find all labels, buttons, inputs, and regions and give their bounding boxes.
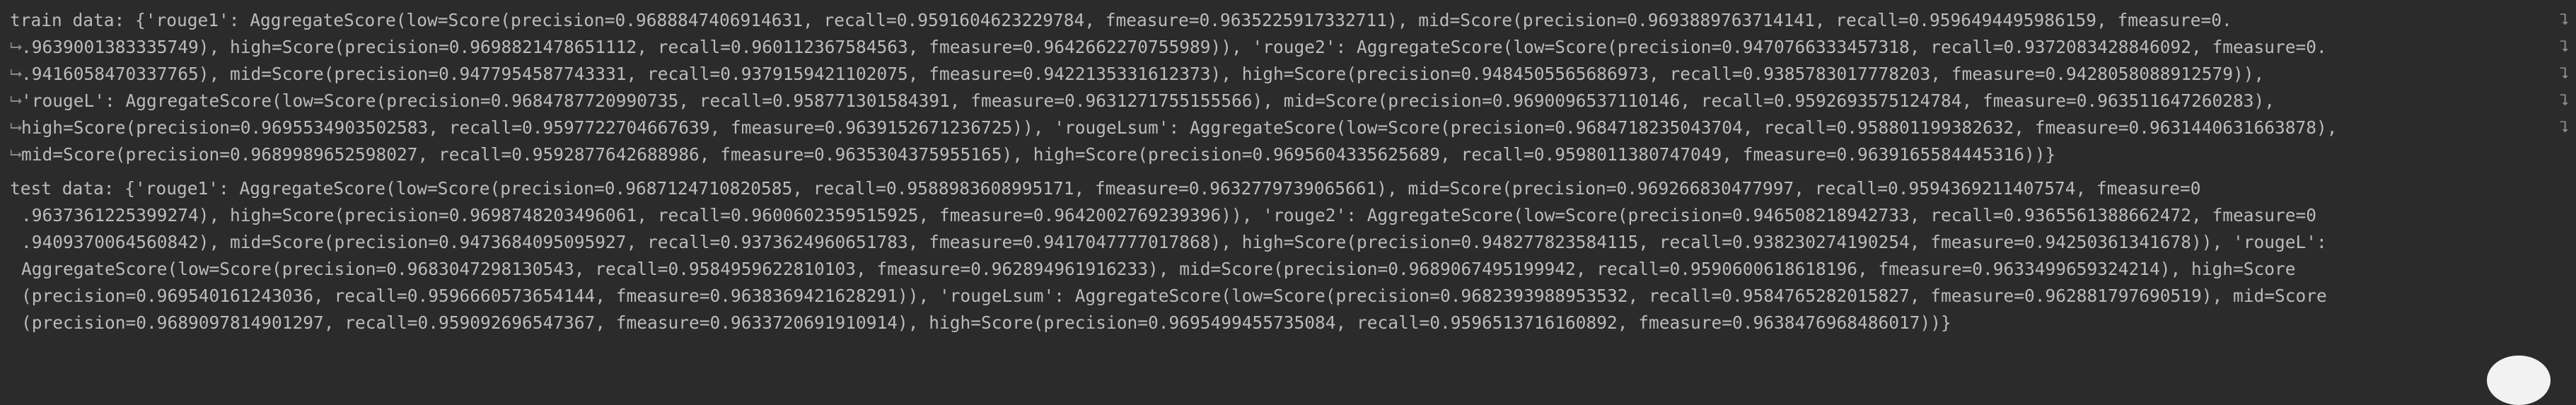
console-line: 'rougeL': AggregateScore(low=Score(preci… (21, 90, 2275, 111)
soft-wrap-continue-icon: ⮡ (10, 38, 23, 56)
console-line: mid=Score(precision=0.9689989652598027, … (21, 144, 2056, 165)
console-line: .9416058470337765), mid=Score(precision=… (21, 64, 2265, 84)
soft-wrap-continue-icon: ⮡ (10, 65, 23, 83)
console-line: .9637361225399274), high=Score(precision… (21, 205, 2317, 225)
console-output[interactable]: train data: {'rouge1': AggregateScore(lo… (0, 0, 2576, 405)
overlay-badge (2487, 356, 2551, 405)
soft-wrap-icon: ⮧ (2560, 38, 2569, 56)
console-line: (precision=0.969540161243036, recall=0.9… (21, 286, 2327, 306)
soft-wrap-continue-icon: ⮡ (10, 92, 23, 110)
console-line: AggregateScore(low=Score(precision=0.968… (21, 259, 2296, 279)
soft-wrap-icon: ⮧ (2560, 92, 2569, 110)
console-line: .9639001383335749), high=Score(precision… (21, 37, 2327, 57)
console-line: test data: {'rouge1': AggregateScore(low… (10, 178, 2201, 199)
soft-wrap-icon: ⮧ (2560, 11, 2569, 29)
soft-wrap-continue-icon: ⮡ (10, 119, 23, 136)
soft-wrap-icon: ⮧ (2560, 119, 2569, 136)
console-line: .9409370064560842), mid=Score(precision=… (21, 232, 2327, 252)
soft-wrap-icon: ⮧ (2560, 65, 2569, 83)
console-line: (precision=0.9689097814901297, recall=0.… (21, 312, 1951, 333)
soft-wrap-continue-icon: ⮡ (10, 146, 23, 163)
console-line: train data: {'rouge1': AggregateScore(lo… (10, 10, 2232, 30)
console-line: high=Score(precision=0.9695534903502583,… (21, 117, 2338, 138)
